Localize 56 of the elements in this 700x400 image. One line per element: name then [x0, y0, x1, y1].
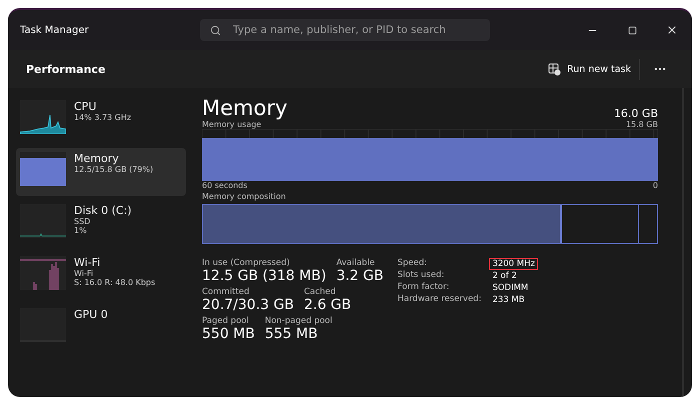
stat-value: 550 MB — [202, 326, 255, 342]
property-label: Slots used: — [397, 270, 446, 282]
property-label: Hardware reserved: — [397, 294, 482, 306]
chart-label: Memory usage — [202, 120, 262, 129]
section-title: Memory — [202, 96, 288, 120]
item-name: GPU 0 — [74, 308, 108, 321]
stat-label: Cached — [304, 287, 337, 297]
item-detail: 1% — [74, 226, 88, 235]
run-new-task-button[interactable]: Run new task — [540, 58, 640, 80]
item-detail: S: 16.0 R: 48.0 Kbps — [74, 278, 156, 287]
property-value: 2 of 2 — [491, 270, 518, 282]
item-detail: SSD — [74, 217, 92, 226]
maximize-icon — [628, 26, 636, 34]
item-name: Disk 0 (C:) — [74, 204, 132, 217]
close-icon — [666, 24, 678, 36]
sidebar-item[interactable]: GPU 0 — [16, 304, 186, 352]
property-label: Form factor: — [397, 282, 450, 294]
search-field[interactable]: Type a name, publisher, or PID to search — [200, 19, 490, 41]
window-title: Task Manager — [20, 24, 90, 36]
disk-graph — [20, 204, 66, 238]
item-name: Memory — [74, 152, 120, 165]
total-memory: 16.0 GB — [614, 107, 658, 120]
chart-label: Memory composition — [202, 192, 287, 201]
sidebar-item[interactable]: Disk 0 (C:) SSD 1% — [16, 200, 186, 248]
stat-label: Non-paged pool — [264, 316, 332, 326]
axis-label: 60 seconds — [202, 181, 248, 190]
item-detail: 12.5/15.8 GB (79%) — [74, 165, 154, 174]
sidebar-item[interactable]: Memory 12.5/15.8 GB (79%) — [16, 148, 186, 196]
sidebar-item[interactable]: CPU 14% 3.73 GHz — [16, 96, 186, 144]
memory-graph — [20, 152, 66, 186]
property-value: 233 MB — [491, 294, 526, 306]
item-name: Wi-Fi — [74, 256, 102, 269]
stat-value: 20.7/30.3 GB — [202, 297, 294, 313]
page-title: Performance — [26, 62, 106, 76]
chart-max: 15.8 GB — [626, 120, 658, 129]
stat-value: 2.6 GB — [304, 297, 352, 313]
stat-label: Available — [336, 258, 376, 268]
stat-label: Paged pool — [202, 316, 250, 326]
cpu-graph — [20, 100, 66, 134]
network-graph — [20, 256, 66, 290]
item-name: CPU — [74, 100, 98, 113]
add-task-icon — [548, 62, 562, 76]
item-detail: 14% 3.73 GHz — [74, 113, 132, 122]
property-label: Speed: — [397, 258, 428, 270]
item-detail: Wi-Fi — [74, 269, 94, 278]
stat-value: 3.2 GB — [336, 268, 384, 284]
stat-value: 12.5 GB (318 MB) — [202, 268, 326, 284]
sidebar-item[interactable]: Wi-Fi Wi-Fi S: 16.0 R: 48.0 Kbps — [16, 252, 186, 300]
gpu-graph — [20, 308, 66, 342]
property-value: SODIMM — [491, 282, 530, 294]
search-icon — [210, 24, 221, 36]
stat-label: Committed — [202, 287, 250, 297]
stat-value: 555 MB — [264, 326, 319, 342]
property-value: 3200 MHz — [489, 258, 538, 270]
axis-label: 0 — [652, 181, 658, 190]
stat-label: In use (Compressed) — [202, 258, 291, 268]
